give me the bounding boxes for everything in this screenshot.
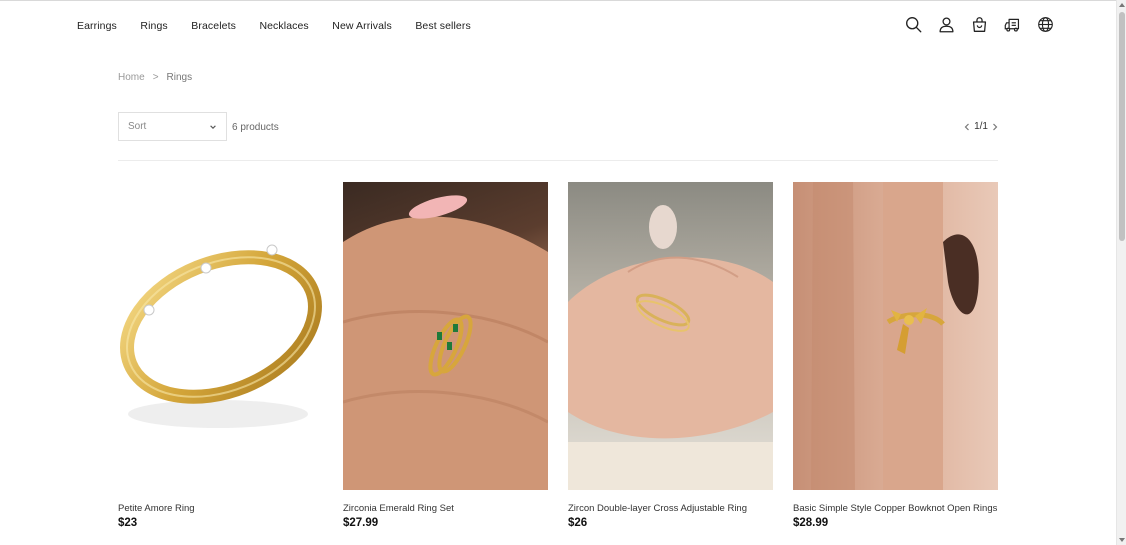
product-card[interactable]: Zircon Double-layer Cross Adjustable Rin… <box>568 182 773 529</box>
account-icon[interactable] <box>938 16 955 33</box>
nav-item-best-sellers[interactable]: Best sellers <box>415 20 470 32</box>
breadcrumb-current: Rings <box>166 72 193 83</box>
product-title[interactable]: Basic Simple Style Copper Bowknot Open R… <box>793 503 998 514</box>
pagination: 1/1 <box>964 121 998 132</box>
product-title[interactable]: Petite Amore Ring <box>118 503 323 514</box>
scrollbar-thumb[interactable] <box>1119 12 1125 241</box>
nav-item-new-arrivals[interactable]: New Arrivals <box>332 20 392 32</box>
header-icons <box>905 16 1054 33</box>
scroll-down-arrow-icon[interactable] <box>1119 538 1125 542</box>
breadcrumb-home-link[interactable]: Home <box>118 72 145 83</box>
product-price: $23 <box>118 517 138 529</box>
product-image[interactable] <box>118 182 323 490</box>
search-icon[interactable] <box>905 16 922 33</box>
product-card[interactable]: Petite Amore Ring $23 <box>118 182 323 529</box>
scroll-up-arrow-icon[interactable] <box>1119 3 1125 7</box>
product-grid: Petite Amore Ring $23 Zirconia Emerald R… <box>118 182 998 529</box>
product-price: $27.99 <box>343 517 379 529</box>
store-page: Earrings Rings Bracelets Necklaces New A… <box>0 0 1116 545</box>
sort-dropdown[interactable]: Sort <box>118 112 227 141</box>
cart-icon[interactable] <box>971 16 988 33</box>
breadcrumb-separator: > <box>152 72 159 83</box>
page-scrollbar[interactable] <box>1116 0 1126 545</box>
product-title[interactable]: Zircon Double-layer Cross Adjustable Rin… <box>568 503 773 514</box>
chevron-down-icon <box>209 123 217 131</box>
chevron-right-icon[interactable] <box>992 123 998 131</box>
toolbar-divider <box>118 160 998 161</box>
product-price: $28.99 <box>793 517 829 529</box>
main-nav: Earrings Rings Bracelets Necklaces New A… <box>77 20 494 32</box>
language-globe-icon[interactable] <box>1037 16 1054 33</box>
product-image[interactable] <box>568 182 773 490</box>
nav-item-rings[interactable]: Rings <box>140 20 167 32</box>
product-image[interactable] <box>793 182 998 490</box>
product-card[interactable]: Zirconia Emerald Ring Set $27.99 <box>343 182 548 529</box>
breadcrumb: Home > Rings <box>118 72 192 83</box>
order-tracking-icon[interactable] <box>1004 16 1021 33</box>
nav-item-necklaces[interactable]: Necklaces <box>259 20 308 32</box>
sort-label: Sort <box>128 121 147 132</box>
nav-item-bracelets[interactable]: Bracelets <box>191 20 236 32</box>
nav-item-earrings[interactable]: Earrings <box>77 20 117 32</box>
chevron-left-icon[interactable] <box>964 123 970 131</box>
product-title[interactable]: Zirconia Emerald Ring Set <box>343 503 548 514</box>
product-price: $26 <box>568 517 588 529</box>
product-count: 6 products <box>232 122 279 133</box>
product-image[interactable] <box>343 182 548 490</box>
product-card[interactable]: Basic Simple Style Copper Bowknot Open R… <box>793 182 998 529</box>
page-indicator: 1/1 <box>974 121 988 132</box>
